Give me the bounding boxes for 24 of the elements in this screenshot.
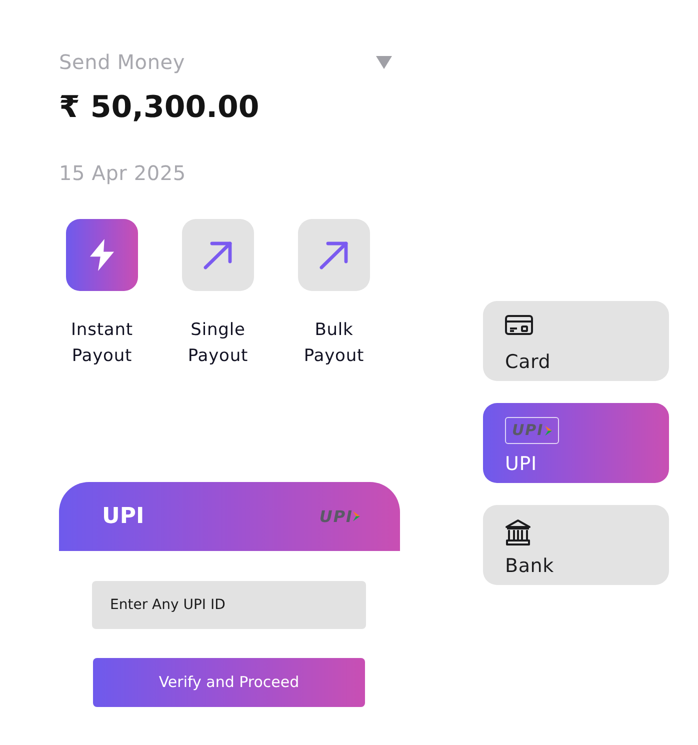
panel-title: UPI <box>102 503 144 531</box>
payout-label: Single Payout <box>186 319 250 368</box>
date-text: 15 Apr 2025 <box>59 160 187 187</box>
chevron-icon <box>544 424 552 438</box>
lightning-bolt-icon <box>88 239 116 271</box>
payout-label: Instant Payout <box>70 319 134 368</box>
payment-method-button[interactable]: UPI UPI <box>483 403 669 483</box>
dropdown-caret-icon[interactable] <box>376 56 392 68</box>
payment-method-button[interactable]: Bank <box>483 505 669 585</box>
payout-tile-button[interactable] <box>298 219 370 291</box>
amount-text: ₹ 50,300.00 <box>59 89 260 127</box>
payout-tile-button[interactable] <box>182 219 254 291</box>
bank-icon <box>505 519 531 546</box>
payout-label: Bulk Payout <box>302 319 366 368</box>
credit-card-icon <box>505 315 533 335</box>
arrow-up-right-icon <box>203 240 233 270</box>
arrow-up-right-icon <box>319 240 349 270</box>
verify-proceed-button[interactable]: Verify and Proceed <box>93 658 365 707</box>
payment-method-button[interactable]: Card <box>483 301 669 381</box>
payout-tile-button[interactable] <box>66 219 138 291</box>
logo-text: UPI <box>319 508 353 524</box>
page-title: Send Money <box>59 49 186 76</box>
upi-id-field[interactable]: Enter Any UPI ID <box>92 581 366 629</box>
logo-text: UPI <box>512 423 544 438</box>
